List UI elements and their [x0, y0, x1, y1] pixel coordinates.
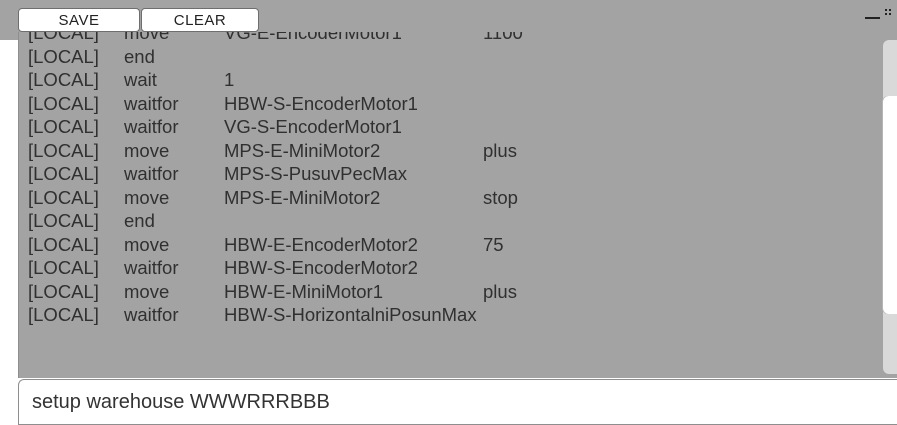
- log-line: [LOCAL] move MPS-E-MiniMotor2 stop: [28, 186, 878, 210]
- log-line: [LOCAL] waitfor MPS-S-PusuvPecMax: [28, 162, 878, 186]
- log-tag: [LOCAL]: [28, 69, 99, 90]
- log-command: move: [124, 139, 170, 161]
- log-tag: [LOCAL]: [28, 92, 99, 114]
- log-line: [LOCAL] move HBW-E-EncoderMotor2 75: [28, 233, 878, 257]
- log-command: waitfor: [124, 304, 179, 325]
- log-line: [LOCAL] end: [28, 209, 878, 233]
- log-value: plus: [483, 139, 517, 161]
- log-value: stop: [483, 186, 518, 208]
- log-value: plus: [483, 280, 517, 302]
- console-window: SAVE CLEAR [LOCAL] move VG-E-EncoderMotor1…: [0, 0, 897, 425]
- log-command: move: [124, 280, 170, 302]
- log-tag: [LOCAL]: [28, 116, 99, 137]
- log-line: [LOCAL] waitfor HBW-S-EncoderMotor1: [28, 92, 878, 116]
- log-panel: [LOCAL] move VG-E-EncoderMotor1 1100 [LOCAL]…: [18, 32, 897, 378]
- log-argument: HBW-S-EncoderMotor2: [224, 257, 418, 278]
- log-line: [LOCAL] move VG-E-EncoderMotor1 1100: [28, 32, 878, 45]
- log-argument: HBW-S-HorizontalniPosunMax: [224, 304, 477, 325]
- log-tag: [LOCAL]: [28, 32, 99, 43]
- clear-button[interactable]: CLEAR: [141, 8, 259, 32]
- minimize-icon[interactable]: [865, 8, 881, 22]
- command-input[interactable]: [18, 379, 897, 425]
- log-command: waitfor: [124, 116, 179, 137]
- log-value: 75: [483, 233, 504, 255]
- scrollbar-thumb[interactable]: [883, 96, 897, 314]
- drag-grip-icon[interactable]: [885, 9, 893, 21]
- log-command: move: [124, 186, 170, 208]
- log-command: end: [124, 210, 155, 231]
- log-tag: [LOCAL]: [28, 210, 99, 231]
- log-command: move: [124, 32, 170, 43]
- log-lines: [LOCAL] move VG-E-EncoderMotor1 1100 [LOCAL]…: [28, 32, 878, 327]
- log-tag: [LOCAL]: [28, 163, 99, 184]
- log-argument: MPS-E-MiniMotor2: [224, 139, 381, 161]
- log-tag: [LOCAL]: [28, 257, 99, 278]
- log-line: [LOCAL] move MPS-E-MiniMotor2 plus: [28, 139, 878, 163]
- log-command: wait: [124, 69, 157, 90]
- log-tag: [LOCAL]: [28, 139, 99, 161]
- log-tag: [LOCAL]: [28, 45, 99, 67]
- log-tag: [LOCAL]: [28, 233, 99, 255]
- log-tag: [LOCAL]: [28, 186, 99, 208]
- log-value: 1100: [483, 32, 523, 43]
- log-tag: [LOCAL]: [28, 304, 99, 325]
- log-argument: 1: [224, 69, 235, 90]
- log-argument: HBW-E-MiniMotor1: [224, 280, 383, 302]
- log-line: [LOCAL] end: [28, 45, 878, 69]
- log-argument: MPS-S-PusuvPecMax: [224, 163, 407, 184]
- log-argument: VG-E-EncoderMotor1: [224, 32, 402, 43]
- log-command: waitfor: [124, 163, 179, 184]
- log-command: waitfor: [124, 257, 179, 278]
- log-line: [LOCAL] waitfor HBW-S-EncoderMotor2: [28, 256, 878, 280]
- log-argument: HBW-S-EncoderMotor1: [224, 92, 418, 114]
- log-argument: HBW-E-EncoderMotor2: [224, 233, 418, 255]
- log-tag: [LOCAL]: [28, 280, 99, 302]
- log-line: [LOCAL] wait 1: [28, 68, 878, 92]
- log-line: [LOCAL] move HBW-E-MiniMotor1 plus: [28, 280, 878, 304]
- save-button[interactable]: SAVE: [18, 8, 140, 32]
- log-line: [LOCAL] waitfor VG-S-EncoderMotor1: [28, 115, 878, 139]
- log-argument: VG-S-EncoderMotor1: [224, 116, 402, 137]
- log-command: end: [124, 45, 155, 67]
- log-line: [LOCAL] waitfor HBW-S-HorizontalniPosunMax: [28, 303, 878, 327]
- log-command: waitfor: [124, 92, 179, 114]
- log-argument: MPS-E-MiniMotor2: [224, 186, 381, 208]
- log-command: move: [124, 233, 170, 255]
